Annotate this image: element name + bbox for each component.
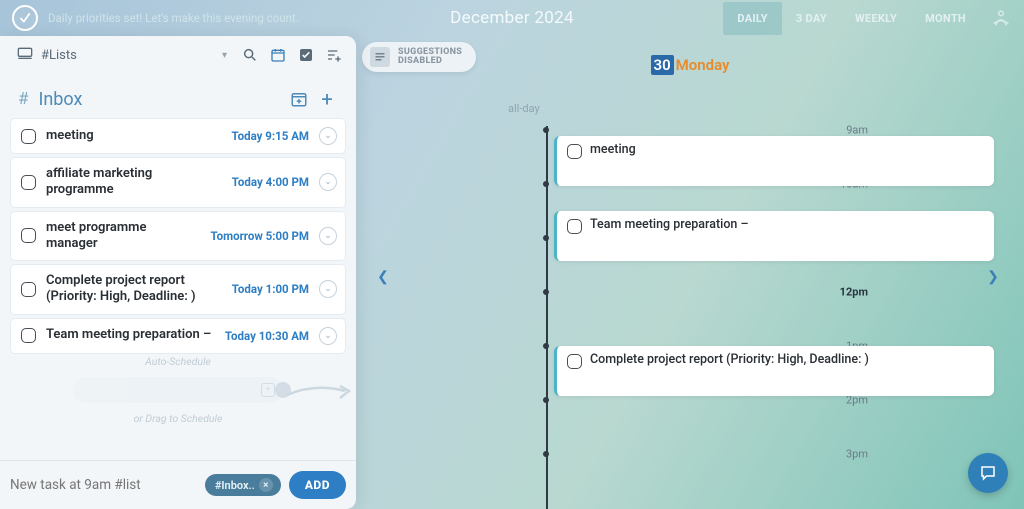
tasks-toolbar: #Lists ▾	[0, 36, 356, 74]
task-row[interactable]: Team meeting preparation – Today 10:30 AM…	[10, 318, 346, 354]
event-checkbox[interactable]	[567, 219, 582, 234]
chevron-down-icon[interactable]: ⌄	[319, 173, 337, 191]
device-icon	[17, 47, 33, 63]
day-header[interactable]: 30Monday	[356, 36, 1024, 74]
chip-label: #Inbox..	[215, 479, 255, 492]
task-time: Today 1:00 PM	[232, 282, 309, 296]
task-title: affiliate marketing programme	[46, 166, 222, 199]
event-title: meeting	[590, 142, 636, 157]
chat-button[interactable]	[968, 453, 1008, 493]
calendar-event[interactable]: Team meeting preparation –	[554, 211, 994, 261]
task-title: meeting	[46, 128, 221, 144]
meditate-icon[interactable]	[990, 7, 1012, 29]
hint-small-icon: +	[261, 383, 275, 397]
task-time: Today 9:15 AM	[231, 129, 309, 143]
sort-add-icon[interactable]	[322, 43, 346, 67]
event-checkbox[interactable]	[567, 144, 582, 159]
task-checkbox[interactable]	[21, 175, 36, 190]
list-header: # Inbox +	[0, 74, 356, 118]
hour-tick	[543, 343, 549, 349]
task-time: Today 10:30 AM	[225, 329, 309, 343]
calendar-event[interactable]: Complete project report (Priority: High,…	[554, 346, 994, 396]
month-title[interactable]: December 2024	[450, 8, 574, 28]
task-list: meetingToday 9:15 AM⌄affiliate marketing…	[0, 118, 356, 357]
view-tabs: DAILY 3 DAY WEEKLY MONTH	[723, 2, 1012, 35]
list-name[interactable]: Inbox	[38, 89, 282, 110]
hint-arrow-icon	[285, 379, 355, 411]
search-icon[interactable]	[238, 43, 262, 67]
checkbox-icon[interactable]	[294, 43, 318, 67]
new-task-input[interactable]	[10, 477, 197, 493]
hour-tick	[543, 289, 549, 295]
view-tab-month[interactable]: MONTH	[911, 2, 980, 35]
chevron-down-icon: ▾	[222, 50, 227, 61]
hour-tick	[543, 451, 549, 457]
event-title: Team meeting preparation –	[590, 217, 749, 232]
task-title: Complete project report (Priority: High,…	[46, 273, 222, 306]
day-number: 30	[651, 55, 674, 75]
hint-label-drag: or Drag to Schedule	[134, 412, 223, 425]
app-logo[interactable]	[12, 5, 38, 31]
hash-icon: #	[18, 89, 28, 109]
view-tab-daily[interactable]: DAILY	[723, 2, 781, 35]
task-checkbox[interactable]	[21, 328, 36, 343]
chevron-down-icon[interactable]: ⌄	[319, 327, 337, 345]
calendar-add-icon[interactable]	[288, 88, 310, 110]
task-checkbox[interactable]	[21, 129, 36, 144]
hour-tick	[543, 181, 549, 187]
calendar-today-icon[interactable]	[266, 43, 290, 67]
task-row[interactable]: meeting Today 9:15 AM ⌄	[10, 118, 346, 154]
task-title: Team meeting preparation –	[46, 327, 215, 343]
hour-tick	[543, 397, 549, 403]
calendar-area: 30Monday all-day ❮ ❯ 9am10am11am12pm1pm2…	[356, 36, 1024, 509]
list-selector-label: #Lists	[41, 48, 77, 63]
view-tab-3day[interactable]: 3 DAY	[782, 2, 841, 35]
day-name: Monday	[676, 56, 730, 74]
chevron-down-icon[interactable]: ⌄	[319, 227, 337, 245]
hour-tick	[543, 235, 549, 241]
chevron-down-icon[interactable]: ⌄	[319, 280, 337, 298]
plus-icon[interactable]: +	[316, 88, 338, 110]
task-time: Tomorrow 5:00 PM	[210, 229, 309, 243]
timeline[interactable]: 9am10am11am12pm1pm2pm3pmmeetingTeam meet…	[506, 120, 874, 509]
chip-close-icon[interactable]: ×	[259, 478, 273, 492]
calendar-event[interactable]: meeting	[554, 136, 994, 186]
task-row[interactable]: meet programme manager Tomorrow 5:00 PM ⌄	[10, 211, 346, 262]
hour-label: 3pm	[846, 448, 868, 461]
autoschedule-hint: Auto-Schedule + or Drag to Schedule	[0, 357, 356, 461]
app-header: Daily priorities set! Let's make this ev…	[0, 0, 1024, 36]
hour-tick	[543, 127, 549, 133]
view-tab-weekly[interactable]: WEEKLY	[841, 2, 911, 35]
hint-label-auto: Auto-Schedule	[145, 355, 211, 368]
task-time: Today 4:00 PM	[232, 175, 309, 189]
hour-label: 12pm	[840, 286, 868, 299]
task-checkbox[interactable]	[21, 228, 36, 243]
task-row[interactable]: affiliate marketing programme Today 4:00 …	[10, 157, 346, 208]
prev-day-button[interactable]: ❮	[372, 266, 394, 288]
new-task-bar: #Inbox.. × ADD	[0, 460, 356, 509]
event-checkbox[interactable]	[567, 354, 582, 369]
event-title: Complete project report (Priority: High,…	[590, 352, 869, 367]
task-checkbox[interactable]	[21, 282, 36, 297]
allday-label: all-day	[508, 102, 540, 115]
list-selector[interactable]: #Lists ▾	[10, 42, 234, 68]
add-button[interactable]: ADD	[289, 471, 346, 499]
hour-label: 9am	[846, 124, 868, 137]
next-day-button[interactable]: ❯	[982, 266, 1004, 288]
tasks-panel: #Lists ▾ # Inbox + meetingToday	[0, 36, 356, 509]
chevron-down-icon[interactable]: ⌄	[319, 127, 337, 145]
inbox-chip[interactable]: #Inbox.. ×	[205, 474, 281, 496]
tagline-text: Daily priorities set! Let's make this ev…	[48, 11, 299, 25]
task-row[interactable]: Complete project report (Priority: High,…	[10, 264, 346, 315]
hint-box: +	[73, 377, 283, 403]
task-title: meet programme manager	[46, 220, 200, 253]
